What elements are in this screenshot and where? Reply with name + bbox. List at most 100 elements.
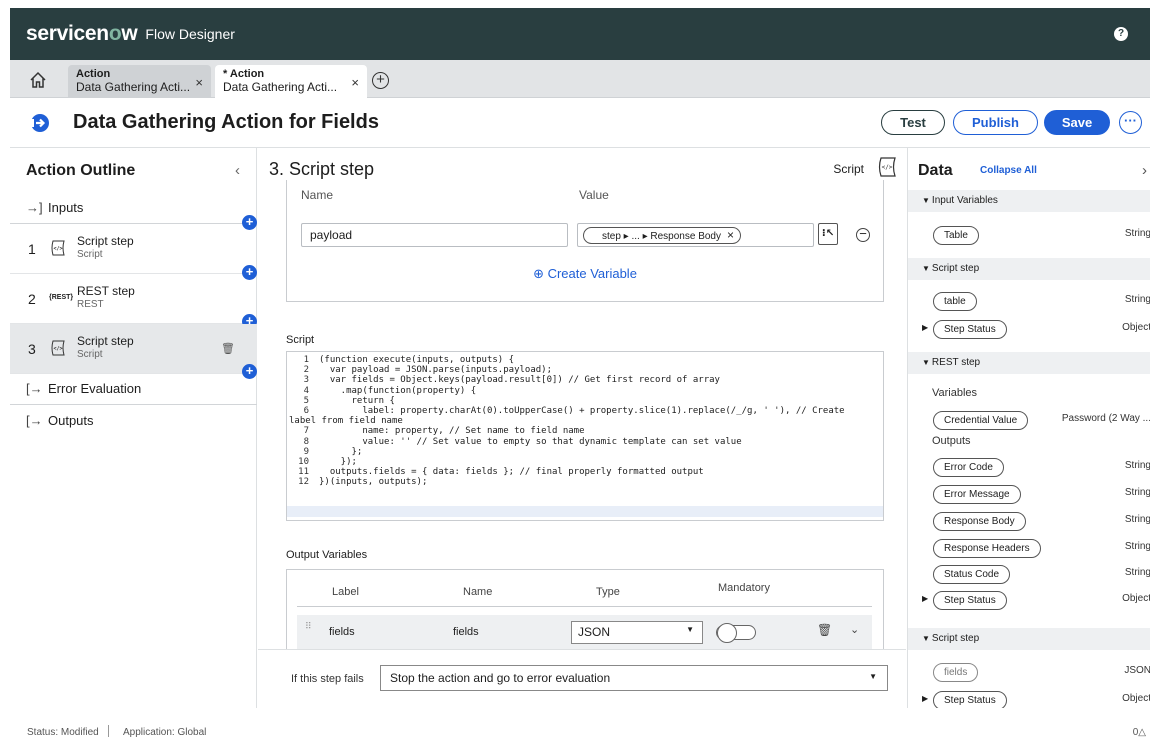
outline-step-2[interactable]: 2 {REST} REST step REST xyxy=(10,274,257,324)
section-title: REST step xyxy=(931,357,981,368)
close-tab-icon[interactable]: × xyxy=(195,76,203,89)
data-pill-label[interactable]: Response Headers xyxy=(933,539,1041,558)
data-pill-label[interactable]: Step Status xyxy=(933,691,1007,708)
code-line[interactable]: (function execute(inputs, outputs) { xyxy=(319,355,879,365)
data-pill-error-code[interactable]: Error Code String xyxy=(908,456,1150,478)
code-line[interactable]: var payload = JSON.parse(inputs.payload)… xyxy=(319,365,879,375)
mandatory-toggle[interactable] xyxy=(716,623,756,643)
code-line[interactable]: label: property.charAt(0).toUpperCase() … xyxy=(319,406,879,416)
code-line[interactable]: return { xyxy=(319,396,879,406)
outline-step-1[interactable]: 1 </> Script step Script xyxy=(10,224,257,274)
data-pill-label[interactable]: table xyxy=(933,292,977,311)
data-pill-label[interactable]: Response Body xyxy=(933,512,1026,531)
code-line[interactable]: var fields = Object.keys(payload.result[… xyxy=(319,375,879,385)
data-pill-label[interactable]: Status Code xyxy=(933,565,1011,584)
rest-icon: {REST} xyxy=(49,294,74,301)
publish-button[interactable]: Publish xyxy=(953,110,1038,135)
code-line[interactable]: value: '' // Set value to empty so that … xyxy=(319,437,879,447)
step-editor: 3. Script step Script </> Name Value pay… xyxy=(258,148,906,708)
data-pill-label[interactable]: Credential Value xyxy=(933,411,1029,430)
warning-count[interactable]: 0△ xyxy=(1133,727,1146,738)
code-line[interactable]: }); xyxy=(319,457,879,467)
data-pill-fields[interactable]: fields JSON xyxy=(908,661,1150,683)
data-pill-response-headers[interactable]: Response Headers String xyxy=(908,537,1150,559)
product-name: Flow Designer xyxy=(145,26,235,42)
data-pill-response-body[interactable]: Response Body String xyxy=(908,510,1150,532)
section-script-step[interactable]: ▼ Script step xyxy=(908,258,1150,280)
data-pill-table-input[interactable]: Table String xyxy=(908,224,1150,246)
variable-name-input[interactable]: payload xyxy=(301,223,568,247)
delete-output-icon[interactable]: 🗑 xyxy=(817,623,832,637)
svg-text:</>: </> xyxy=(53,346,62,352)
collapse-all-link[interactable]: Collapse All xyxy=(980,165,1037,176)
output-label-cell[interactable]: fields xyxy=(329,626,355,638)
script-editor[interactable]: 123456 7 8 9 10 11 12 (function execute(input… xyxy=(286,351,884,521)
outline-step-3[interactable]: 3 </> Script step Script 🗑 xyxy=(10,324,257,374)
section-title: Script step xyxy=(931,263,980,274)
step-number: 3 xyxy=(28,341,36,357)
caret-right-icon[interactable]: ▶ xyxy=(922,594,928,603)
data-picker-icon[interactable]: ⁝↖ xyxy=(818,223,838,245)
data-pill-label[interactable]: Error Code xyxy=(933,458,1004,477)
expand-row-icon[interactable]: ⌄ xyxy=(850,623,859,636)
create-variable-link[interactable]: ⊕ Create Variable xyxy=(287,266,883,282)
outputs-icon: [→ xyxy=(26,413,43,428)
test-button[interactable]: Test xyxy=(881,110,945,135)
tab-action-1[interactable]: Action Data Gathering Acti... × xyxy=(68,65,211,98)
section-title: Input Variables xyxy=(931,195,998,206)
add-tab-button[interactable]: + xyxy=(372,72,389,89)
code-line[interactable]: }; xyxy=(319,447,879,457)
home-icon[interactable] xyxy=(28,70,48,90)
failure-action-select[interactable]: Stop the action and go to error evaluati… xyxy=(380,665,888,691)
close-tab-icon[interactable]: × xyxy=(351,76,359,89)
data-pill-status-code[interactable]: Status Code String xyxy=(908,563,1150,585)
data-pill-credential-value[interactable]: Credential Value Password (2 Way ... xyxy=(908,409,1150,431)
line-number: 4 xyxy=(303,385,309,396)
outline-inputs[interactable]: →] Inputs xyxy=(10,200,257,220)
code-line[interactable]: name: property, // Set name to field nam… xyxy=(319,426,879,436)
data-pill-step-status[interactable]: ▶ Step Status Object xyxy=(908,689,1150,708)
output-name-cell[interactable]: fields xyxy=(453,626,479,638)
data-pill-label[interactable]: Step Status xyxy=(933,320,1007,339)
collapse-data-panel-icon[interactable]: › xyxy=(1142,162,1147,179)
help-icon[interactable]: ? xyxy=(1114,27,1128,41)
add-step-button[interactable]: + xyxy=(242,364,257,379)
data-pill-error-message[interactable]: Error Message String xyxy=(908,483,1150,505)
data-pill[interactable]: step ▸ ... ▸ Response Body × xyxy=(583,227,742,244)
caret-right-icon[interactable]: ▶ xyxy=(922,694,928,703)
code-line[interactable]: outputs.fields = { data: fields }; // fi… xyxy=(319,467,879,477)
tab-action-2[interactable]: * Action Data Gathering Acti... × xyxy=(215,65,367,98)
data-pill-label[interactable]: fields xyxy=(933,663,979,682)
line-number: 3 xyxy=(303,375,309,386)
data-pill-label[interactable]: Error Message xyxy=(933,485,1021,504)
code-line[interactable]: .map(function(property) { xyxy=(319,386,879,396)
data-pill-label[interactable]: Step Status xyxy=(933,591,1007,610)
section-rest-step[interactable]: ▼ REST step xyxy=(908,352,1150,374)
drag-handle-icon[interactable]: ⠿ xyxy=(305,621,312,632)
section-script-step[interactable]: ▼ Script step xyxy=(908,628,1150,650)
outline-outputs[interactable]: [→ Outputs xyxy=(10,413,257,433)
servicenow-logo[interactable]: servicenow xyxy=(26,22,138,46)
variable-value-input[interactable]: step ▸ ... ▸ Response Body × xyxy=(577,223,814,247)
caret-right-icon[interactable]: ▶ xyxy=(922,323,928,332)
script-code[interactable]: (function execute(inputs, outputs) { var… xyxy=(289,355,879,488)
action-icon xyxy=(30,114,49,132)
save-button[interactable]: Save xyxy=(1044,110,1110,135)
output-type-select[interactable]: JSON ▼ xyxy=(571,621,703,644)
data-pill-table[interactable]: table String xyxy=(908,290,1150,312)
remove-pill-icon[interactable]: × xyxy=(727,228,734,242)
code-line[interactable]: label from field name xyxy=(289,416,879,426)
divider xyxy=(297,606,872,607)
data-pill-step-status[interactable]: ▶ Step Status Object xyxy=(908,589,1150,611)
code-line[interactable]: })(inputs, outputs); xyxy=(319,477,879,487)
data-pill-label[interactable]: Table xyxy=(933,226,979,245)
step-number: 1 xyxy=(28,241,36,257)
line-number: 1 xyxy=(303,355,309,365)
more-options-button[interactable]: ··· xyxy=(1119,111,1142,134)
section-input-variables[interactable]: ▼ Input Variables xyxy=(908,190,1150,212)
collapse-outline-icon[interactable]: ‹ xyxy=(235,162,240,179)
data-pill-step-status[interactable]: ▶ Step Status Object xyxy=(908,318,1150,340)
remove-variable-icon[interactable]: − xyxy=(856,227,870,242)
delete-step-icon[interactable]: 🗑 xyxy=(221,342,235,355)
outline-error-evaluation[interactable]: [→ Error Evaluation xyxy=(10,381,257,401)
